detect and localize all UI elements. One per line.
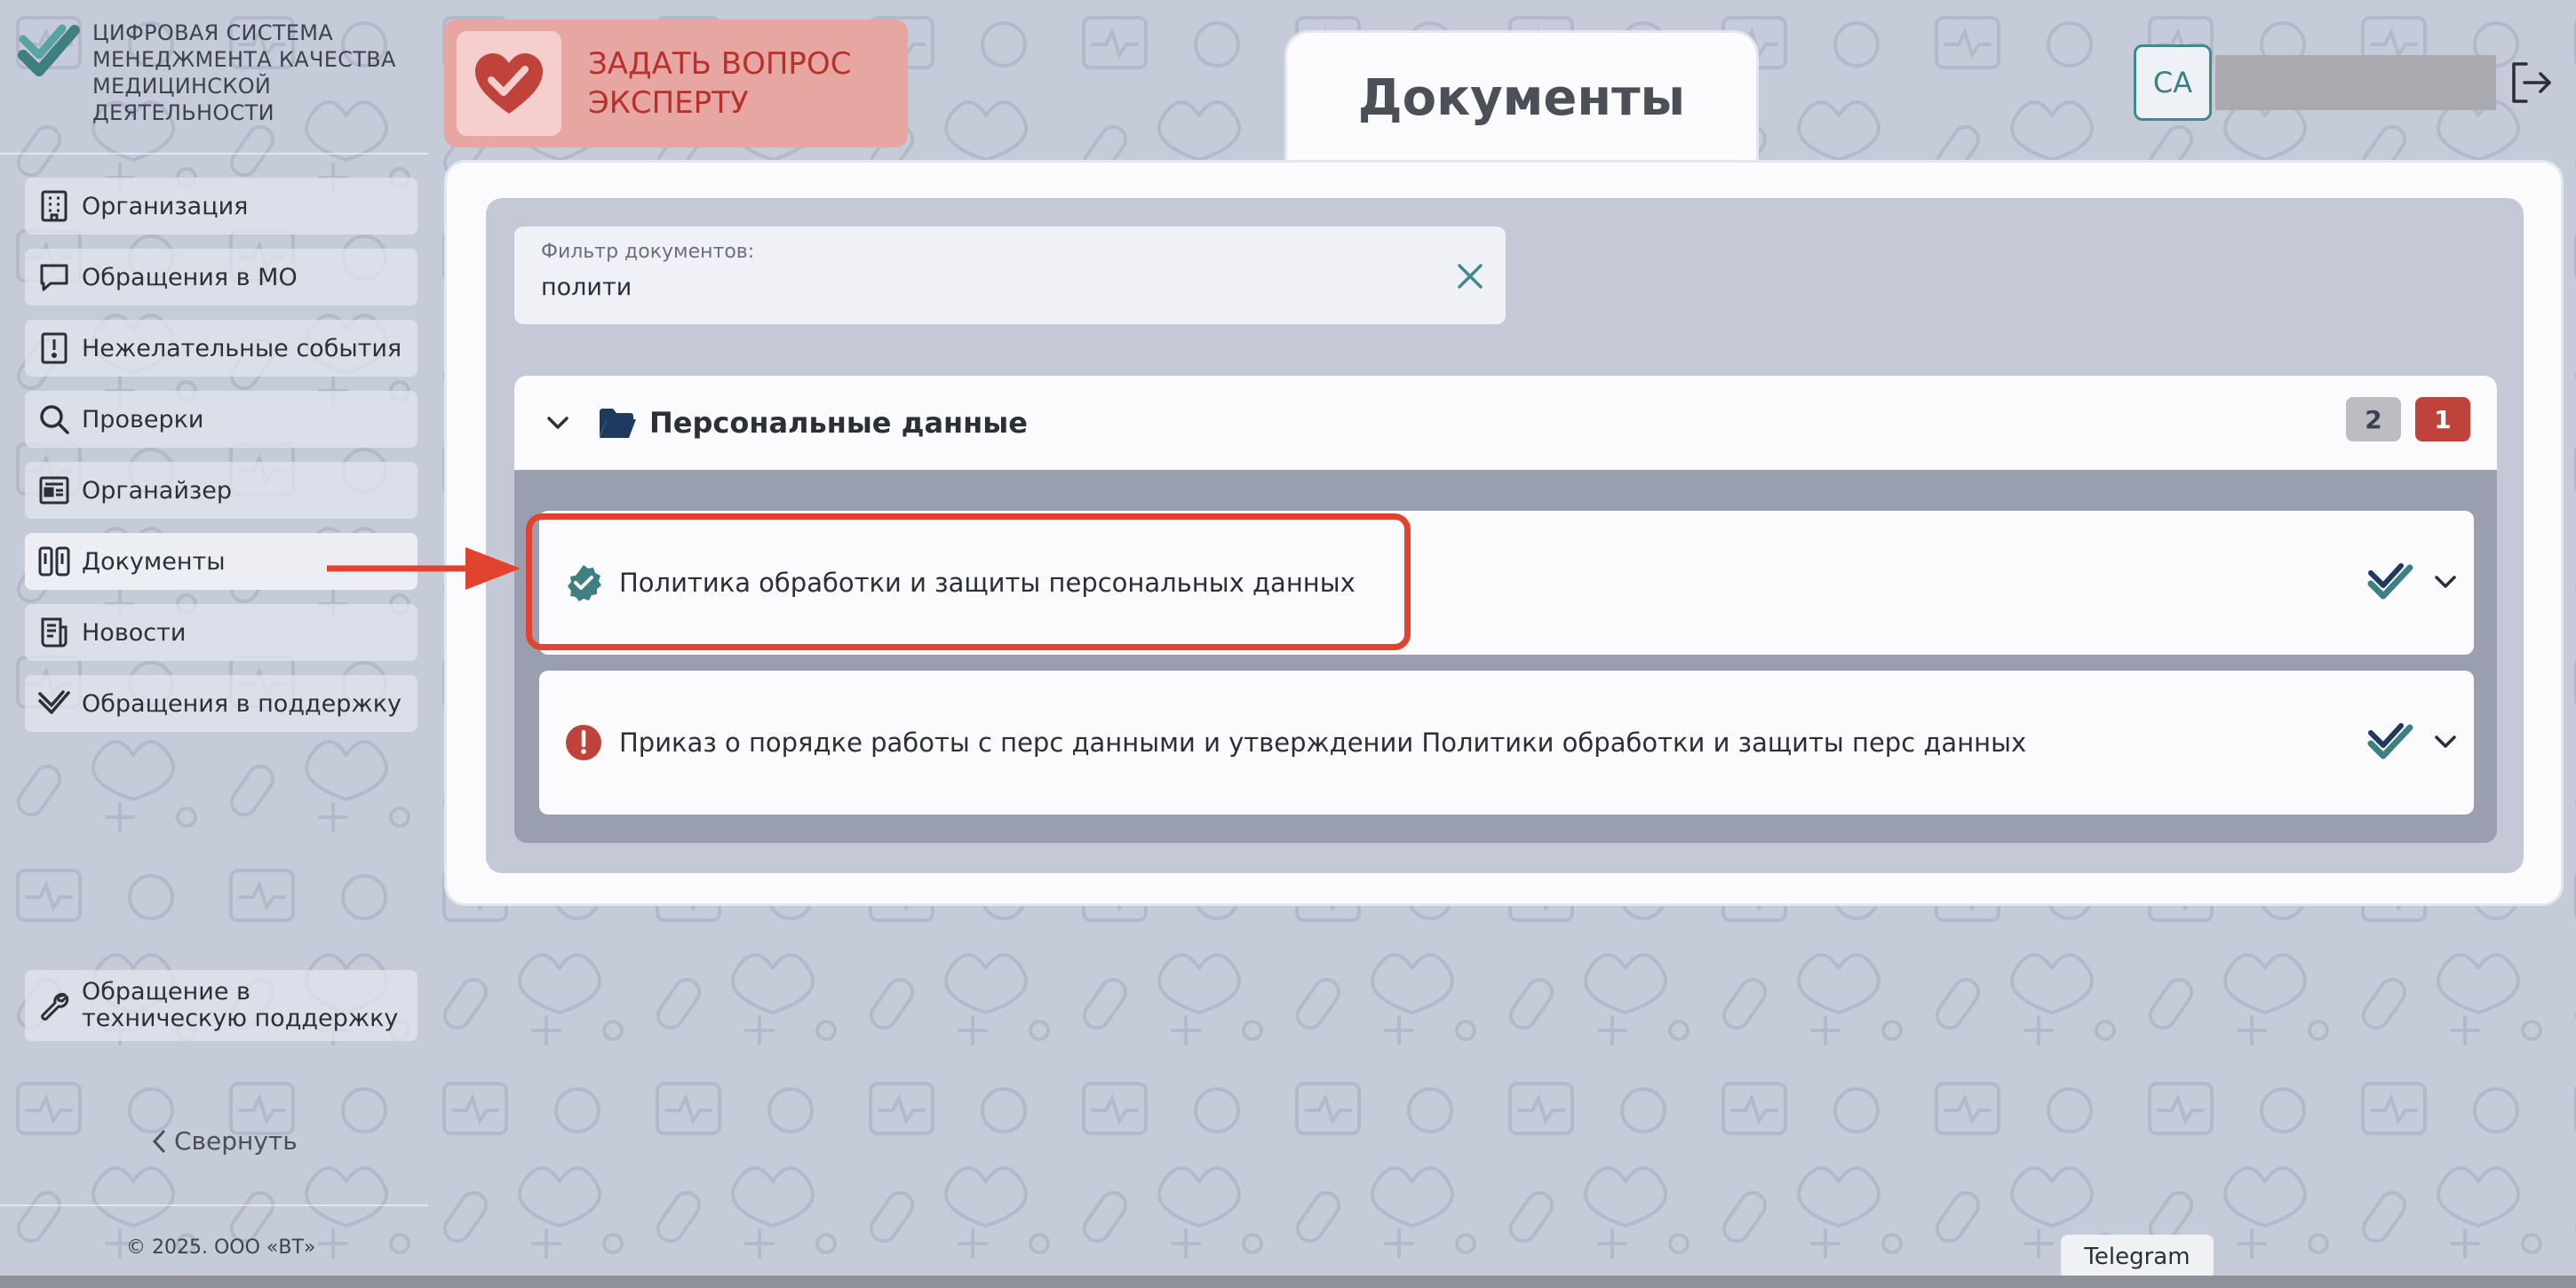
double-check-icon	[2367, 723, 2413, 759]
status-badge-total: 2	[2346, 397, 2401, 441]
footer-divider	[0, 1205, 428, 1206]
sidebar-top-divider	[0, 153, 428, 155]
documents-icon	[37, 545, 71, 578]
brand-name: Цифровая система менеджмента качества ме…	[92, 20, 396, 135]
organizer-icon	[37, 473, 71, 507]
sidebar-item-support-appeals[interactable]: Обращения в поддержку	[25, 675, 417, 732]
brand-line: менеджмента качества	[92, 47, 396, 72]
chevron-down-icon[interactable]	[2431, 727, 2460, 756]
user-name-redacted	[2215, 55, 2496, 110]
status-badge-attention: 1	[2415, 397, 2470, 441]
folder-header[interactable]: Персональные данные 2 1	[514, 376, 2497, 470]
support-check-icon	[37, 687, 71, 720]
brand-logo-icon	[18, 24, 80, 76]
tech-support-label: Обращение в техническую поддержку	[82, 978, 399, 1032]
sidebar-item-label: Проверки	[82, 405, 204, 433]
sidebar-item-label: Нежелательные события	[82, 334, 402, 362]
chevron-left-icon	[152, 1130, 165, 1152]
brand-line: деятельности	[92, 100, 274, 125]
chat-icon	[37, 260, 71, 294]
ask-expert-button[interactable]: ЗАДАТЬ ВОПРОС ЭКСПЕРТУ	[444, 20, 908, 147]
alert-circle-icon	[566, 725, 601, 760]
close-icon[interactable]	[1454, 260, 1486, 292]
ask-expert-label: ЗАДАТЬ ВОПРОС ЭКСПЕРТУ	[588, 44, 872, 123]
filter-input[interactable]: полити	[541, 274, 1506, 301]
sidebar-item-label: Обращения в поддержку	[82, 689, 402, 718]
building-icon	[37, 189, 71, 223]
collapse-label: Свернуть	[174, 1126, 298, 1156]
sidebar-item-label: Организация	[82, 192, 249, 220]
sidebar-item-appeals-mo[interactable]: Обращения в МО	[25, 249, 417, 306]
avatar[interactable]: СА	[2134, 44, 2212, 121]
brand[interactable]: Цифровая система менеджмента качества ме…	[18, 20, 435, 135]
heart-check-icon	[475, 53, 543, 114]
bottom-strip	[0, 1276, 2576, 1288]
double-check-icon	[2367, 563, 2413, 600]
ask-expert-line: ЭКСПЕРТУ	[588, 85, 749, 121]
document-row[interactable]: Приказ о порядке работы с перс данными и…	[539, 671, 2474, 815]
search-icon	[37, 402, 71, 436]
tech-support-button[interactable]: Обращение в техническую поддержку	[25, 970, 417, 1041]
page-title: Документы	[1357, 69, 1686, 127]
ask-expert-line: ЗАДАТЬ ВОПРОС	[588, 46, 852, 82]
logout-icon[interactable]	[2507, 59, 2555, 107]
document-filter[interactable]: Фильтр документов: полити	[514, 227, 1506, 324]
alert-book-icon	[37, 331, 71, 365]
ask-expert-icon-box	[457, 31, 561, 136]
copyright: © 2025. ООО «ВТ»	[126, 1236, 316, 1259]
collapse-sidebar-button[interactable]: Свернуть	[149, 1126, 298, 1156]
filter-label: Фильтр документов:	[541, 241, 755, 263]
folder-open-icon	[600, 409, 636, 438]
brand-line: медицинской	[92, 74, 272, 99]
sidebar-item-label: Документы	[82, 547, 226, 576]
sidebar-item-inspections[interactable]: Проверки	[25, 391, 417, 448]
sidebar-item-organization[interactable]: Организация	[25, 178, 417, 235]
sidebar-item-news[interactable]: Новости	[25, 604, 417, 661]
chevron-down-icon[interactable]	[545, 409, 571, 436]
sidebar-nav: Организация Обращения в МО Нежелательные…	[25, 178, 417, 746]
chevron-down-icon[interactable]	[2431, 568, 2460, 596]
document-title: Приказ о порядке работы с перс данными и…	[619, 727, 2027, 758]
sidebar-item-adverse-events[interactable]: Нежелательные события	[25, 320, 417, 377]
sidebar-item-organizer[interactable]: Органайзер	[25, 462, 417, 519]
sidebar-item-label: Новости	[82, 618, 187, 647]
brand-line: Цифровая система	[92, 20, 334, 45]
wrench-icon	[37, 989, 71, 1022]
news-icon	[37, 616, 71, 649]
folder-title: Персональные данные	[649, 406, 1028, 440]
sidebar-item-label: Органайзер	[82, 476, 232, 505]
tab-documents[interactable]: Документы	[1284, 30, 1759, 163]
telegram-button[interactable]: Telegram	[2061, 1235, 2214, 1279]
annotation-arrow	[327, 547, 521, 590]
annotation-highlight	[526, 513, 1411, 650]
sidebar-item-label: Обращения в МО	[82, 263, 298, 291]
